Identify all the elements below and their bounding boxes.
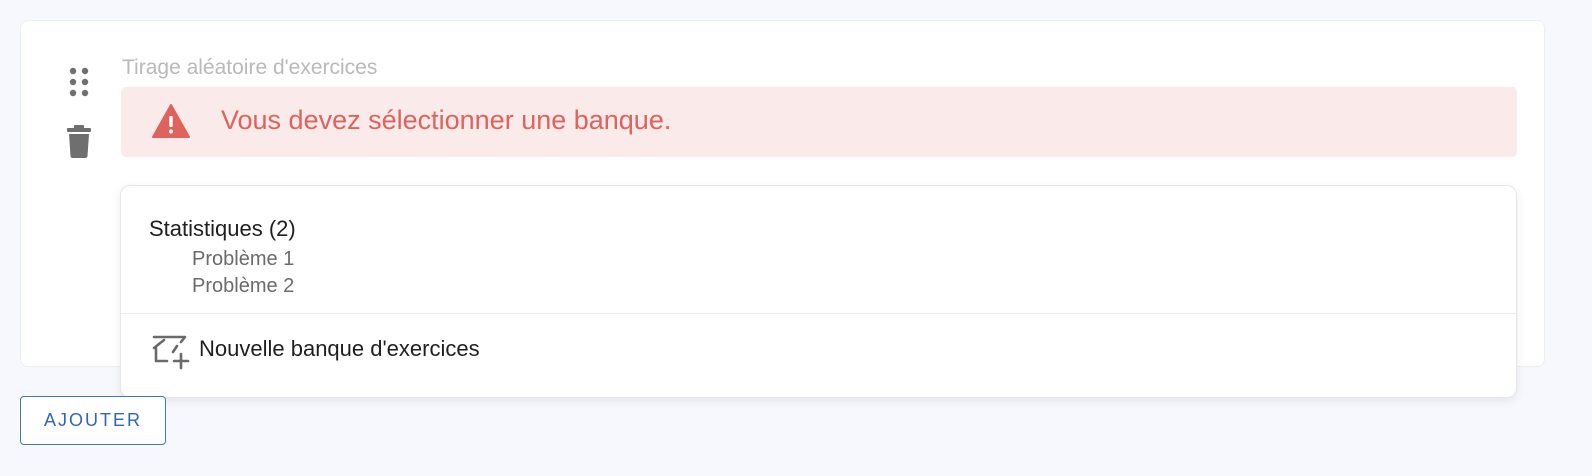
divider <box>121 313 1516 314</box>
alert-message: Vous devez sélectionner une banque. <box>221 105 672 135</box>
error-alert: Vous devez sélectionner une banque. <box>121 87 1517 157</box>
dropdown-option[interactable]: Problème 2 <box>192 275 294 298</box>
warning-icon <box>152 104 190 138</box>
new-bank-option[interactable]: Nouvelle banque d'exercices <box>151 332 551 370</box>
new-bank-icon <box>152 335 190 370</box>
field-label: Tirage aléatoire d'exercices <box>122 56 378 79</box>
group-title: Statistiques (2) <box>149 216 296 241</box>
dropdown-option[interactable]: Problème 1 <box>192 248 294 271</box>
new-bank-label: Nouvelle banque d'exercices <box>199 336 480 361</box>
bank-dropdown: Statistiques (2) Problème 1 Problème 2 N… <box>120 185 1517 398</box>
add-button[interactable]: AJOUTER <box>20 396 166 445</box>
trash-icon[interactable] <box>66 124 92 158</box>
drag-handle-icon[interactable] <box>66 66 92 100</box>
